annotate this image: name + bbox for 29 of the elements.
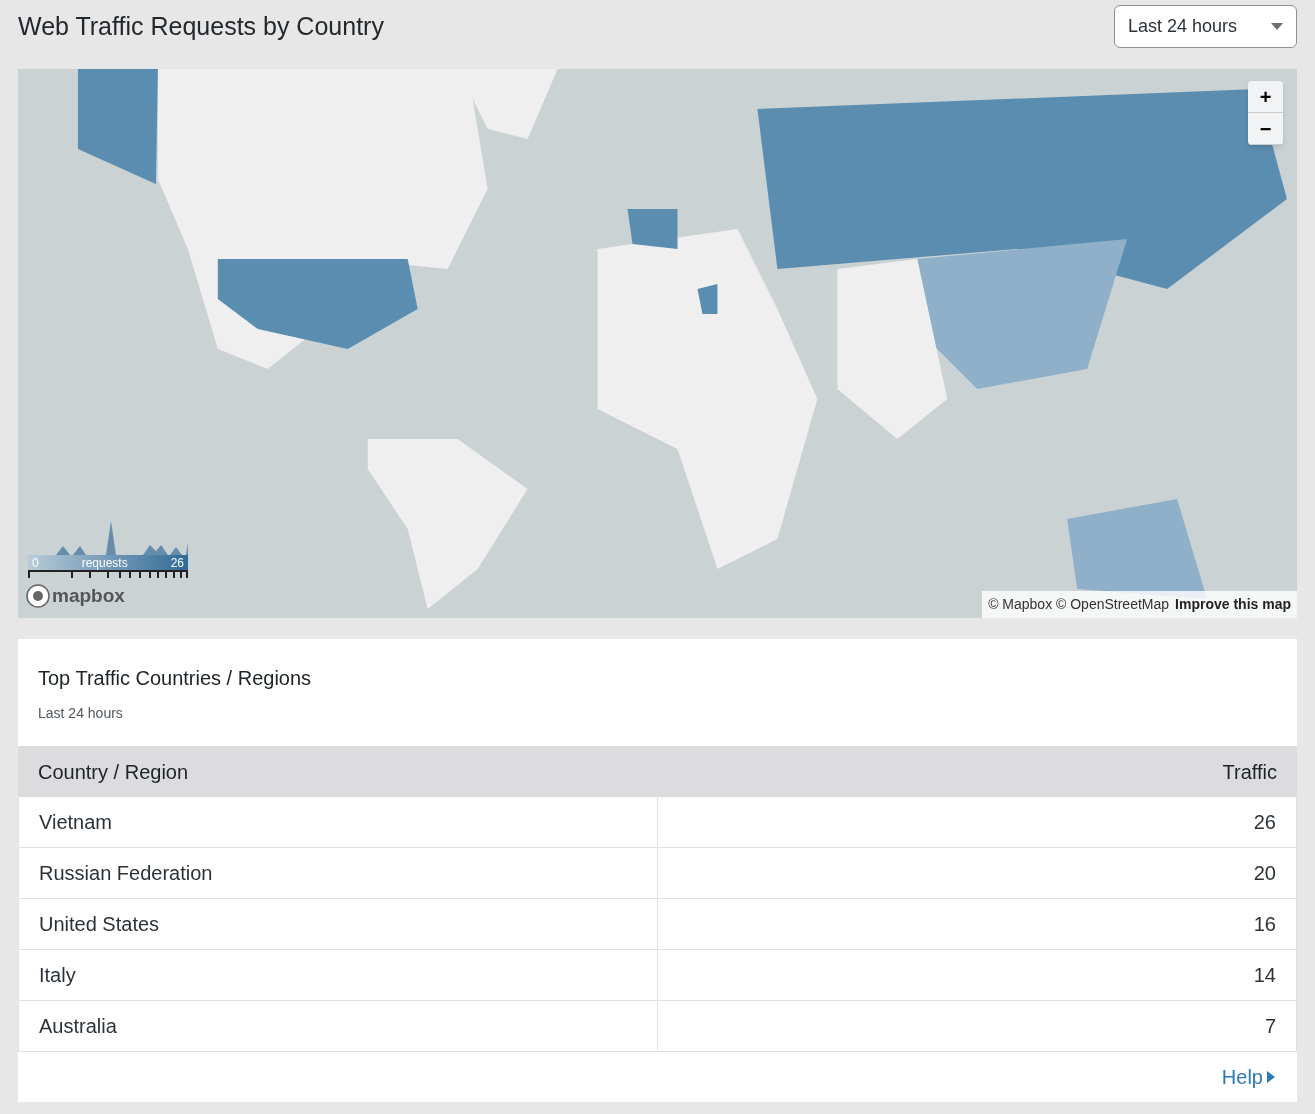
- legend-scale-icon: [28, 570, 188, 578]
- range-select[interactable]: Last 24 hours: [1114, 5, 1297, 48]
- attribution-text: © Mapbox © OpenStreetMap: [988, 595, 1170, 614]
- table-cell-text: 20: [1252, 861, 1277, 886]
- improve-map-link[interactable]: Improve this map: [1175, 594, 1291, 615]
- table-cell: United States: [19, 899, 658, 949]
- column-header: Traffic: [1222, 759, 1277, 785]
- page-title: Web Traffic Requests by Country: [18, 10, 384, 42]
- table-cell: Italy: [19, 950, 658, 1000]
- card-subtitle: Last 24 hours: [38, 704, 124, 723]
- legend-min: 0: [32, 554, 39, 572]
- help-link[interactable]: Help: [1221, 1062, 1275, 1092]
- logo-text: mapbox: [52, 583, 125, 608]
- zoom-in-button[interactable]: +: [1248, 81, 1283, 113]
- table-cell: Russian Federation: [19, 848, 658, 898]
- table-cell-text: 7: [1263, 1014, 1277, 1039]
- triangle-icon: [1267, 1071, 1275, 1083]
- table-cell-text: 16: [1252, 912, 1277, 937]
- table-cell-text: 14: [1252, 963, 1277, 988]
- zoom-out-button[interactable]: −: [1248, 113, 1283, 145]
- card-title: Top Traffic Countries / Regions: [38, 666, 313, 691]
- column-header: Country / Region: [38, 759, 190, 785]
- legend-max: 26: [170, 554, 184, 572]
- table-cell-text: 26: [1252, 810, 1277, 835]
- table-cell: Australia: [19, 1001, 658, 1051]
- logo-icon: [26, 583, 50, 608]
- legend-label: requests: [81, 554, 128, 572]
- table-cell: Vietnam: [19, 797, 658, 847]
- caret-icon: [1271, 23, 1283, 30]
